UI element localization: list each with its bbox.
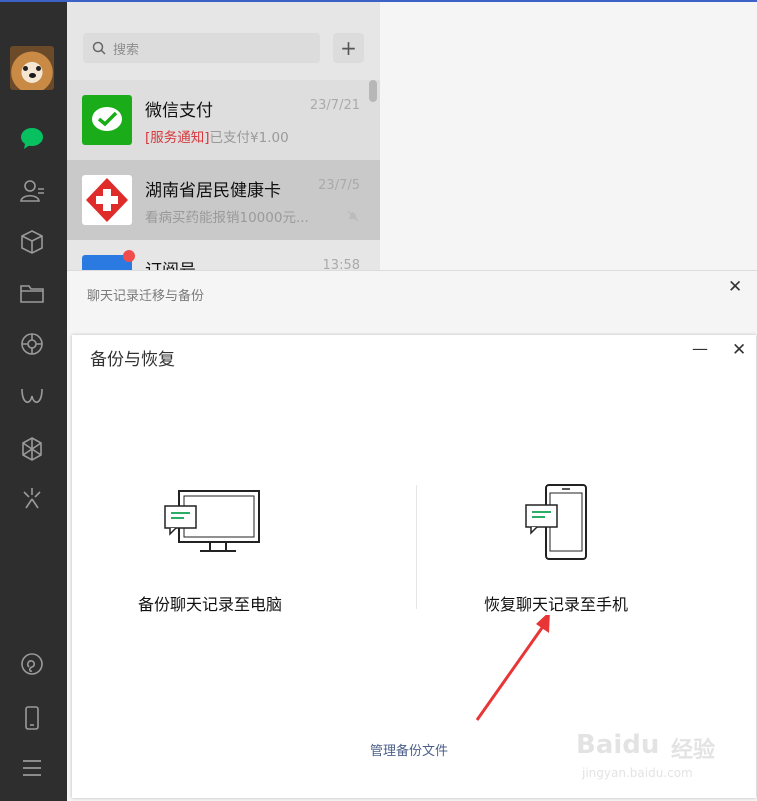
service-notice-tag: [服务通知] [145, 130, 210, 146]
chat-preview-text: 已支付¥1.00 [209, 130, 289, 146]
chat-time: 13:58 [322, 258, 360, 270]
chat-name: 微信支付 [145, 101, 213, 121]
chat-item-subscriptions[interactable]: 订阅号 13:58 [67, 240, 380, 270]
search-icon [92, 41, 106, 55]
chat-preview: [服务通知]已支付¥1.00 [145, 126, 289, 146]
options-divider [416, 485, 417, 609]
chat-main-area [380, 2, 757, 270]
folder-icon[interactable] [18, 279, 46, 307]
restore-to-phone-option[interactable]: 恢复聊天记录至手机 [462, 475, 702, 615]
chat-item-wechat-pay[interactable]: 微信支付 23/7/21 [服务通知]已支付¥1.00 [67, 80, 380, 160]
restore-to-phone-label: 恢复聊天记录至手机 [484, 595, 629, 614]
backup-dialog-title: 备份与恢复 [90, 350, 175, 370]
chat-list-scrollbar[interactable] [369, 80, 377, 102]
chat-time: 23/7/21 [309, 98, 360, 113]
migration-close-button[interactable]: ✕ [728, 279, 742, 296]
computer-icon [164, 490, 260, 552]
look-icon[interactable] [18, 484, 46, 512]
minimize-button[interactable]: — [692, 339, 708, 358]
annotation-arrow-icon [475, 615, 550, 721]
chat-preview: 看病买药能报销10000元... [145, 210, 309, 226]
backup-to-pc-label: 备份聊天记录至电脑 [138, 595, 283, 614]
wechat-pay-icon [82, 95, 132, 145]
watermark-cn: 经验 [671, 738, 716, 763]
avatar[interactable] [10, 46, 54, 90]
phone-device-icon [525, 484, 587, 560]
chat-name: 订阅号 [145, 256, 196, 270]
search-placeholder: 搜索 [113, 43, 140, 58]
mini-programs-link-icon[interactable] [18, 650, 46, 678]
watermark-url: jingyan.baidu.com [582, 766, 693, 780]
nav-rail [0, 0, 757, 801]
baidu-jingyan-watermark: Baidu 经验 jingyan.baidu.com [576, 730, 726, 790]
backup-restore-dialog: 备份与恢复 — ✕ 备份聊天记录至电脑 恢复聊天记录至手机 管理备份文件 [72, 335, 756, 798]
migration-dialog-title: 聊天记录迁移与备份 [87, 289, 205, 304]
backup-close-button[interactable]: ✕ [732, 342, 746, 359]
unread-dot [123, 250, 135, 262]
add-button[interactable]: + [333, 33, 364, 63]
chat-item-health-card[interactable]: 湖南省居民健康卡 23/7/5 看病买药能报销10000元... [67, 160, 380, 240]
channels-icon[interactable] [18, 383, 46, 411]
health-card-icon [82, 175, 132, 225]
mute-bell-icon [347, 210, 359, 222]
phone-icon[interactable] [18, 704, 46, 732]
chat-time: 23/7/5 [318, 178, 360, 193]
menu-icon[interactable] [18, 754, 46, 782]
chat-list-panel: 搜索 + 微信支付 23/7/21 [服务通知]已支付¥1.00 湖南省居民健康… [67, 2, 380, 270]
contacts-icon[interactable] [18, 177, 46, 205]
manage-backup-files-link[interactable]: 管理备份文件 [370, 740, 448, 759]
search-input[interactable]: 搜索 [83, 33, 320, 63]
chat-icon[interactable] [18, 124, 46, 152]
watermark-brand: Baidu [576, 730, 660, 760]
search-network-icon[interactable] [18, 435, 46, 463]
mini-program-cube-icon[interactable] [18, 228, 46, 256]
chat-name: 湖南省居民健康卡 [145, 181, 281, 201]
backup-to-pc-option[interactable]: 备份聊天记录至电脑 [112, 475, 352, 615]
moments-icon[interactable] [18, 330, 46, 358]
